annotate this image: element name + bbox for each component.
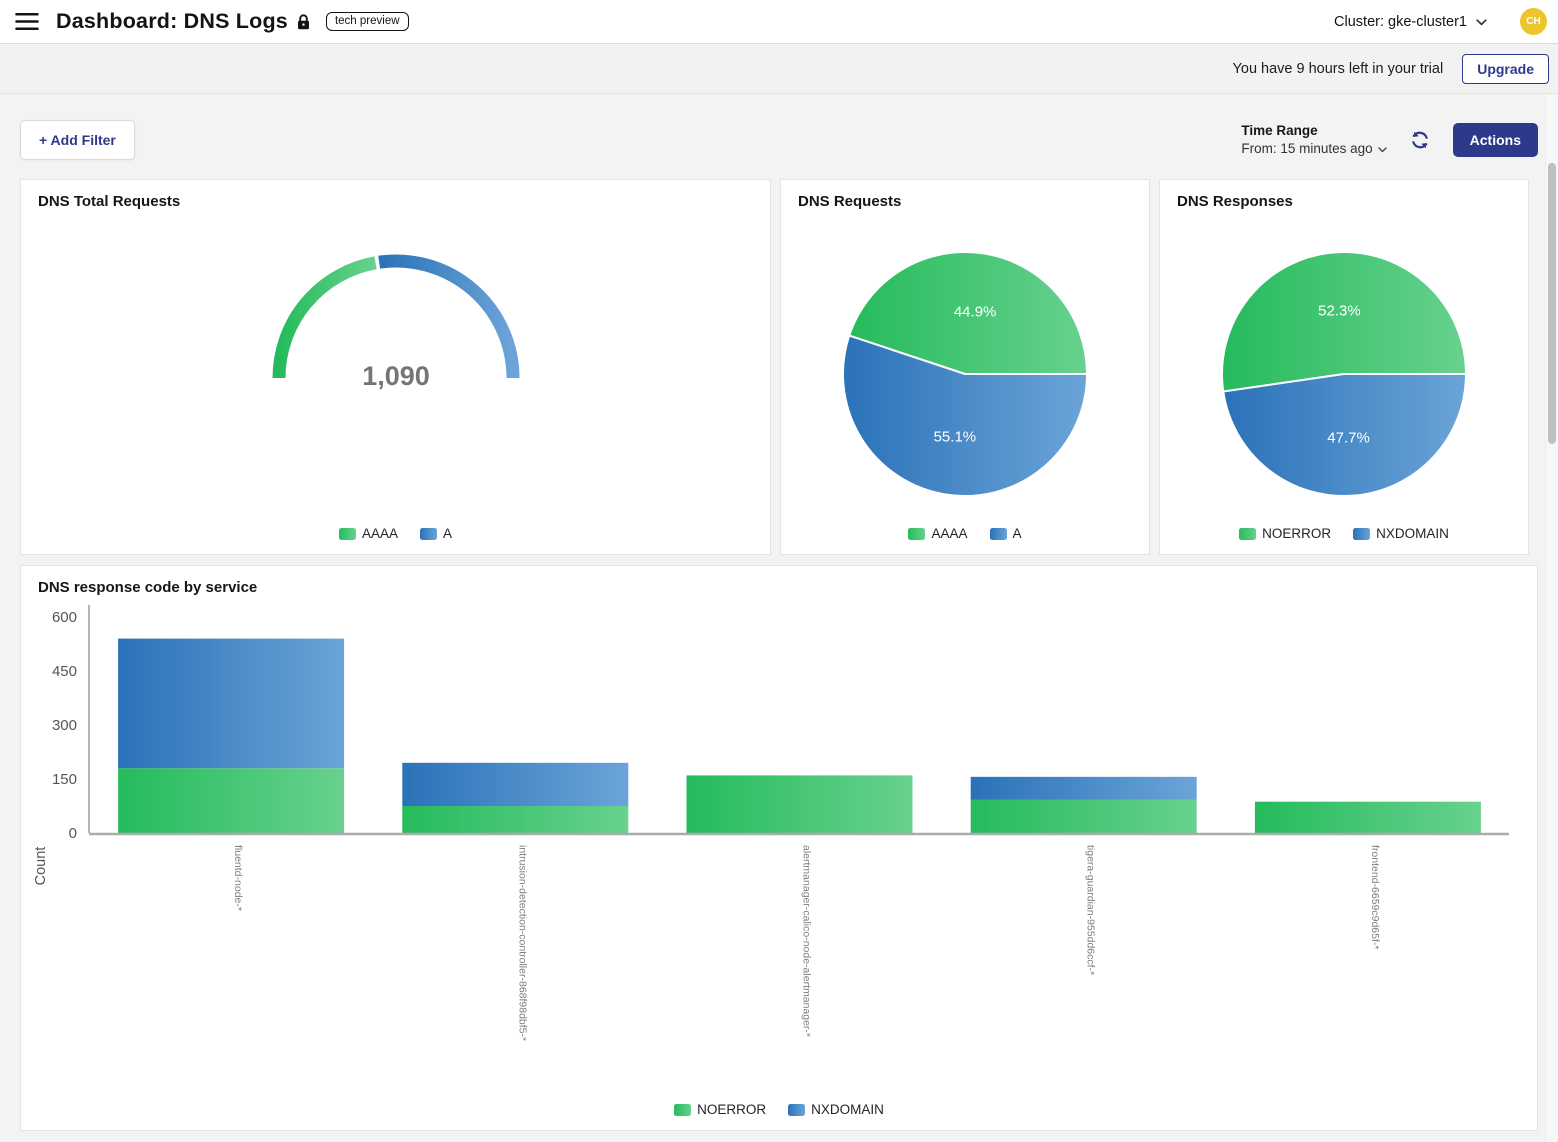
gauge-chart: 1,090: [21, 180, 770, 554]
gauge-value: 1,090: [362, 361, 430, 391]
x-category-label: tigera-guardian-955dd6ccf-*: [1085, 845, 1097, 975]
chart-legend: NOERROR NXDOMAIN: [21, 1102, 1537, 1117]
chart-legend: AAAAA: [21, 526, 770, 541]
chart-legend: NOERROR NXDOMAIN: [1160, 526, 1528, 541]
pie-slice-noerror[interactable]: [1222, 252, 1466, 392]
pie-slice-label: 47.7%: [1327, 429, 1370, 446]
legend-swatch: [674, 1104, 691, 1116]
chart-legend: AAAAA: [781, 526, 1149, 541]
legend-label: NXDOMAIN: [1376, 526, 1449, 541]
pie-slice-label: 52.3%: [1318, 303, 1361, 320]
pie-chart: 44.9% 55.1%: [781, 180, 1149, 554]
legend-label: NXDOMAIN: [811, 1102, 884, 1117]
trial-message: You have 9 hours left in your trial: [1233, 61, 1444, 77]
y-tick-label: 300: [52, 717, 77, 734]
legend-swatch: [339, 528, 356, 540]
y-tick-label: 450: [52, 663, 77, 680]
card-dns-response-code-by-service: DNS response code by service 0 150 300 450 6…: [20, 565, 1538, 1131]
bar-segment-noerror[interactable]: [1255, 802, 1481, 833]
legend-swatch: [908, 528, 925, 540]
bar-segment-noerror[interactable]: [971, 800, 1197, 833]
legend-item-nxdomain[interactable]: NXDOMAIN: [788, 1102, 884, 1117]
card-dns-requests: DNS Requests 44.9%55.1% AAAAA: [780, 179, 1150, 555]
charts-row: DNS Total Requests 1,090 AAAAA DNS Reque…: [20, 179, 1538, 555]
x-category-label: alertmanager-calico-node-alertmanager-*: [801, 845, 813, 1037]
y-axis-title: Count: [33, 847, 49, 886]
pie-svg: 52.3% 47.7%: [1160, 180, 1528, 554]
bar-chart-svg: 0 150 300 450 600 fluentd-node-* intrusion-det…: [21, 566, 1510, 1086]
bar-segment-nxdomain[interactable]: [971, 777, 1197, 800]
hamburger-menu-icon[interactable]: [14, 10, 40, 34]
avatar[interactable]: CH: [1520, 8, 1547, 35]
bar-segment-nxdomain[interactable]: [402, 763, 628, 806]
legend-label: NOERROR: [697, 1102, 766, 1117]
card-dns-total-requests: DNS Total Requests 1,090 AAAAA: [20, 179, 771, 555]
refresh-icon[interactable]: [1408, 128, 1432, 152]
x-category-label: fluentd-node-*: [232, 845, 244, 911]
bar-segment-nxdomain[interactable]: [118, 639, 344, 769]
card-dns-responses: DNS Responses 52.3% 47.7% NOERROR NXDOMAIN: [1159, 179, 1529, 555]
x-category-label: frontend-6659c9d65f-*: [1369, 845, 1381, 950]
y-tick-label: 600: [52, 609, 77, 626]
actions-button[interactable]: Actions: [1453, 123, 1538, 157]
trial-banner: You have 9 hours left in your trial Upgr…: [0, 44, 1558, 94]
page-title: Dashboard: DNS Logs: [56, 9, 288, 34]
legend-item-noerror[interactable]: NOERROR: [674, 1102, 766, 1117]
time-range-label: Time Range: [1241, 122, 1386, 140]
legend-swatch: [420, 528, 437, 540]
toolbar-right-group: Time Range From: 15 minutes ago Actions: [1241, 122, 1538, 157]
time-range-selector[interactable]: Time Range From: 15 minutes ago: [1241, 122, 1386, 157]
legend-item-a[interactable]: A: [420, 526, 452, 541]
legend-label: NOERROR: [1262, 526, 1331, 541]
x-category-label: intrusion-detection-controller-868f98dbf…: [516, 845, 528, 1041]
legend-swatch: [1239, 528, 1256, 540]
lock-icon: [297, 14, 310, 30]
legend-swatch: [788, 1104, 805, 1116]
scrollbar-track[interactable]: [1545, 95, 1558, 1142]
gauge-arc-aaaa[interactable]: [279, 263, 376, 378]
cluster-selector-label: Cluster: gke-cluster1: [1334, 14, 1467, 30]
scrollbar-thumb[interactable]: [1548, 163, 1556, 444]
pie-slice-label: 44.9%: [954, 303, 997, 320]
pie-chart: 52.3% 47.7%: [1160, 180, 1528, 554]
legend-label: A: [443, 526, 452, 541]
chevron-down-icon: [1476, 14, 1487, 30]
bar-segment-noerror[interactable]: [118, 768, 344, 833]
y-tick-label: 0: [69, 825, 77, 842]
legend-item-a[interactable]: A: [990, 526, 1022, 541]
chevron-down-icon: [1378, 140, 1387, 158]
bar-segment-noerror[interactable]: [687, 775, 913, 833]
legend-label: AAAA: [362, 526, 398, 541]
y-tick-label: 150: [52, 771, 77, 788]
legend-label: A: [1013, 526, 1022, 541]
legend-item-aaaa[interactable]: AAAA: [339, 526, 398, 541]
legend-label: AAAA: [931, 526, 967, 541]
chart-title: DNS Total Requests: [38, 193, 180, 210]
tech-preview-badge: tech preview: [326, 12, 409, 31]
legend-swatch: [990, 528, 1007, 540]
legend-item-nxdomain[interactable]: NXDOMAIN: [1353, 526, 1449, 541]
app-header: Dashboard: DNS Logs tech preview Cluster…: [0, 0, 1558, 44]
legend-item-aaaa[interactable]: AAAA: [908, 526, 967, 541]
chart-title: DNS Requests: [798, 193, 901, 210]
pie-slice-label: 55.1%: [934, 429, 977, 446]
legend-item-noerror[interactable]: NOERROR: [1239, 526, 1331, 541]
bar-chart: 0 150 300 450 600 fluentd-node-* intrusion-det…: [21, 566, 1537, 1130]
pie-svg: 44.9% 55.1%: [781, 180, 1149, 554]
chart-title: DNS Responses: [1177, 193, 1293, 210]
chart-title: DNS response code by service: [38, 579, 257, 596]
add-filter-button[interactable]: + Add Filter: [20, 120, 135, 160]
gauge-svg: 1,090: [241, 180, 551, 410]
upgrade-button[interactable]: Upgrade: [1462, 54, 1549, 84]
bar-segment-noerror[interactable]: [402, 806, 628, 833]
dashboard-toolbar: + Add Filter Time Range From: 15 minutes…: [20, 120, 1538, 160]
cluster-selector[interactable]: Cluster: gke-cluster1: [1328, 13, 1493, 31]
time-range-value: From: 15 minutes ago: [1241, 140, 1372, 158]
legend-swatch: [1353, 528, 1370, 540]
